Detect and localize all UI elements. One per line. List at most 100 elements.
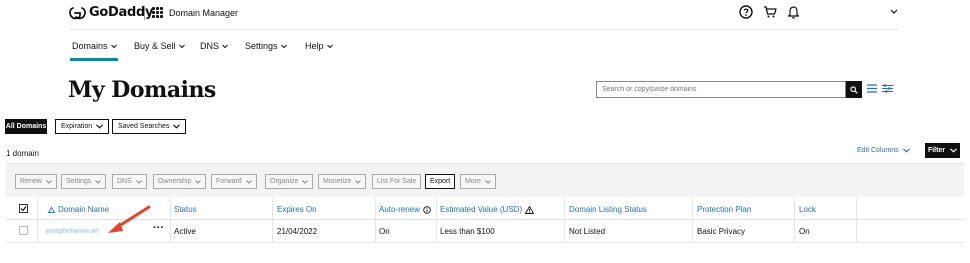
domain-name-link[interactable]: josephchanov.art	[46, 228, 99, 235]
check-icon	[20, 206, 27, 212]
dropdown-label: Saved Searches	[118, 123, 170, 130]
active-nav-indicator	[70, 58, 118, 61]
header-divider	[144, 6, 145, 20]
chevron-down-icon	[110, 44, 117, 48]
column-divider	[794, 198, 795, 242]
toolbar-label: Export	[430, 178, 451, 185]
saved-searches-dropdown[interactable]: Saved Searches	[112, 119, 187, 134]
chevron-down-icon	[195, 179, 202, 184]
column-domain-name[interactable]: Domain Name	[48, 205, 109, 214]
list-view-icon[interactable]	[867, 84, 877, 93]
bell-icon[interactable]	[787, 5, 800, 19]
toolbar-label: DNS	[117, 178, 132, 185]
warning-icon[interactable]	[525, 205, 535, 214]
column-domain-listing-status[interactable]: Domain Listing Status	[569, 205, 647, 214]
more-button[interactable]: More	[460, 174, 496, 189]
nav-help[interactable]: Help	[305, 41, 333, 51]
column-auto-renew[interactable]: Auto-renew	[379, 205, 431, 214]
nav-label: Buy & Sell	[134, 41, 176, 51]
settings-button[interactable]: Settings	[61, 174, 107, 189]
list-for-sale-button[interactable]: List For Sale	[372, 174, 422, 189]
column-lock[interactable]: Lock	[799, 205, 816, 214]
column-estimated-value[interactable]: Estimated Value (USD)	[440, 205, 535, 214]
column-label: Domain Name	[58, 205, 110, 214]
toolbar-label: Forward	[216, 178, 242, 185]
column-status[interactable]: Status	[174, 205, 197, 214]
column-divider	[37, 198, 38, 242]
toolbar-label: Monetize	[323, 178, 352, 185]
cell-estimated-value: Less than $100	[440, 227, 495, 236]
row-checkbox[interactable]	[19, 226, 28, 235]
chevron-down-icon	[95, 179, 102, 184]
chevron-down-icon	[178, 44, 185, 48]
cell-lock: On	[799, 227, 810, 236]
chevron-down-icon	[326, 44, 333, 48]
settings-sliders-icon[interactable]	[882, 84, 893, 93]
header-separator	[69, 29, 899, 30]
toolbar-label: More	[465, 178, 481, 185]
search-button[interactable]	[846, 81, 862, 98]
search-icon	[850, 85, 858, 94]
sort-asc-icon	[48, 206, 55, 213]
edit-columns-link[interactable]: Edit Columns	[857, 147, 910, 154]
toolbar-label: Settings	[66, 178, 92, 185]
column-divider	[692, 198, 693, 242]
info-icon[interactable]	[423, 205, 431, 214]
column-label: Lock	[799, 205, 816, 214]
row-more-actions-icon[interactable]: ···	[153, 222, 164, 234]
column-protection-plan[interactable]: Protection Plan	[697, 205, 751, 214]
search-input[interactable]	[596, 81, 846, 98]
chevron-down-icon[interactable]	[890, 9, 898, 15]
column-label: Expires On	[277, 205, 317, 214]
help-icon[interactable]	[739, 5, 753, 19]
column-expires-on[interactable]: Expires On	[277, 205, 317, 214]
monetize-button[interactable]: Monetize	[318, 174, 367, 189]
cell-listing-status: Not Listed	[569, 227, 606, 236]
dropdown-label: Expiration	[61, 123, 93, 130]
chevron-down-icon	[245, 179, 252, 184]
toolbar-label: Ownership	[158, 178, 192, 185]
apps-grid-icon[interactable]	[152, 7, 163, 18]
godaddy-logo[interactable]: GoDaddy	[69, 5, 153, 20]
nav-label: Help	[305, 41, 324, 51]
toolbar-label: Organize	[270, 178, 299, 185]
toolbar-label: List For Sale	[377, 178, 417, 185]
column-divider	[856, 198, 857, 242]
column-label: Estimated Value (USD)	[440, 205, 523, 214]
chevron-down-icon	[902, 148, 910, 153]
dns-button[interactable]: DNS	[112, 174, 147, 189]
renew-button[interactable]: Renew	[15, 174, 57, 189]
select-all-checkbox[interactable]	[19, 204, 28, 213]
edit-columns-label: Edit Columns	[857, 147, 899, 154]
chevron-down-icon	[302, 179, 309, 184]
column-divider	[170, 198, 171, 242]
toolbar-label: Renew	[20, 178, 42, 185]
chevron-down-icon	[222, 44, 228, 48]
chevron-down-icon	[280, 44, 287, 48]
ownership-button[interactable]: Ownership	[153, 174, 207, 189]
nav-label: Domains	[72, 41, 108, 51]
nav-dns[interactable]: DNS	[200, 41, 228, 51]
nav-settings[interactable]: Settings	[245, 41, 287, 51]
forward-button[interactable]: Forward	[211, 174, 257, 189]
expiration-dropdown[interactable]: Expiration	[55, 119, 110, 134]
annotation-arrow-icon	[108, 205, 151, 233]
filter-button[interactable]: Filter	[925, 143, 960, 158]
export-button[interactable]: Export	[425, 174, 456, 189]
product-name: Domain Manager	[169, 8, 239, 18]
page-title: My Domains	[68, 77, 216, 103]
chevron-down-icon	[135, 179, 142, 184]
column-label: Auto-renew	[379, 205, 420, 214]
organize-button[interactable]: Organize	[265, 174, 314, 189]
nav-buy-sell[interactable]: Buy & Sell	[134, 41, 185, 51]
all-domains-button[interactable]: All Domains	[5, 119, 47, 134]
cart-icon[interactable]	[763, 5, 777, 19]
cell-expires-on: 21/04/2022	[277, 227, 318, 236]
cell-protection-plan: Basic Privacy	[697, 227, 746, 236]
column-label: Domain Listing Status	[569, 205, 647, 214]
cell-auto-renew: On	[379, 227, 390, 236]
column-divider	[272, 198, 273, 242]
chevron-down-icon	[485, 179, 491, 184]
nav-domains[interactable]: Domains	[72, 41, 117, 51]
column-divider	[564, 198, 565, 242]
